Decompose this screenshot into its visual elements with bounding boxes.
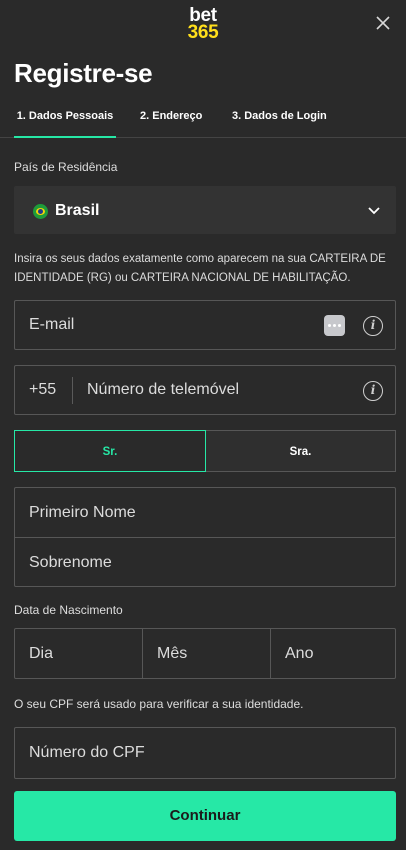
dob-year-input[interactable] (271, 629, 395, 678)
brazil-flag-icon (33, 204, 48, 219)
chevron-down-icon (368, 207, 380, 215)
dob-year-segment (270, 629, 395, 678)
dob-day-input[interactable] (15, 629, 142, 678)
first-name-row (15, 488, 395, 538)
phone-input[interactable] (87, 366, 347, 414)
dob-day-segment (15, 629, 142, 678)
close-icon (376, 16, 390, 30)
phone-country-code[interactable]: +55 (29, 381, 56, 399)
close-button[interactable] (372, 12, 394, 34)
dob-fields (14, 628, 396, 679)
country-select[interactable]: Brasil (14, 186, 396, 234)
first-name-input[interactable] (15, 488, 395, 537)
phone-field: +55 (14, 365, 396, 415)
continue-button[interactable]: Continuar (14, 791, 396, 841)
tab-personal-data[interactable]: 1. Dados Pessoais (14, 110, 116, 138)
phone-info-icon[interactable] (363, 381, 383, 401)
cpf-field (14, 727, 396, 779)
last-name-input[interactable] (15, 538, 395, 588)
tab-address[interactable]: 2. Endereço (140, 110, 202, 138)
gender-toggle: Sr. Sra. (14, 430, 396, 472)
gender-sr-button[interactable]: Sr. (14, 430, 206, 472)
email-info-icon[interactable] (363, 316, 383, 336)
last-name-row (15, 538, 395, 588)
logo-line2: 365 (187, 22, 219, 43)
email-field (14, 300, 396, 350)
bet365-logo: bet 365 (0, 6, 406, 42)
dob-label: Data de Nascimento (14, 603, 123, 617)
country-value: Brasil (55, 202, 100, 219)
step-tabs: 1. Dados Pessoais 2. Endereço 3. Dados d… (0, 104, 406, 138)
phone-divider (72, 377, 73, 404)
cpf-input[interactable] (15, 728, 395, 778)
name-fields (14, 487, 396, 588)
gender-sra-button[interactable]: Sra. (205, 430, 396, 472)
cpf-info-text: O seu CPF será usado para verificar a su… (14, 697, 304, 711)
page-title: Registre-se (14, 58, 153, 88)
autofill-icon[interactable] (324, 315, 345, 336)
dob-month-input[interactable] (143, 629, 270, 678)
dob-month-segment (142, 629, 270, 678)
tab-login-data[interactable]: 3. Dados de Login (232, 110, 327, 138)
country-label: País de Residência (14, 160, 118, 174)
document-info-text: Insira os seus dados exatamente como apa… (14, 253, 386, 284)
